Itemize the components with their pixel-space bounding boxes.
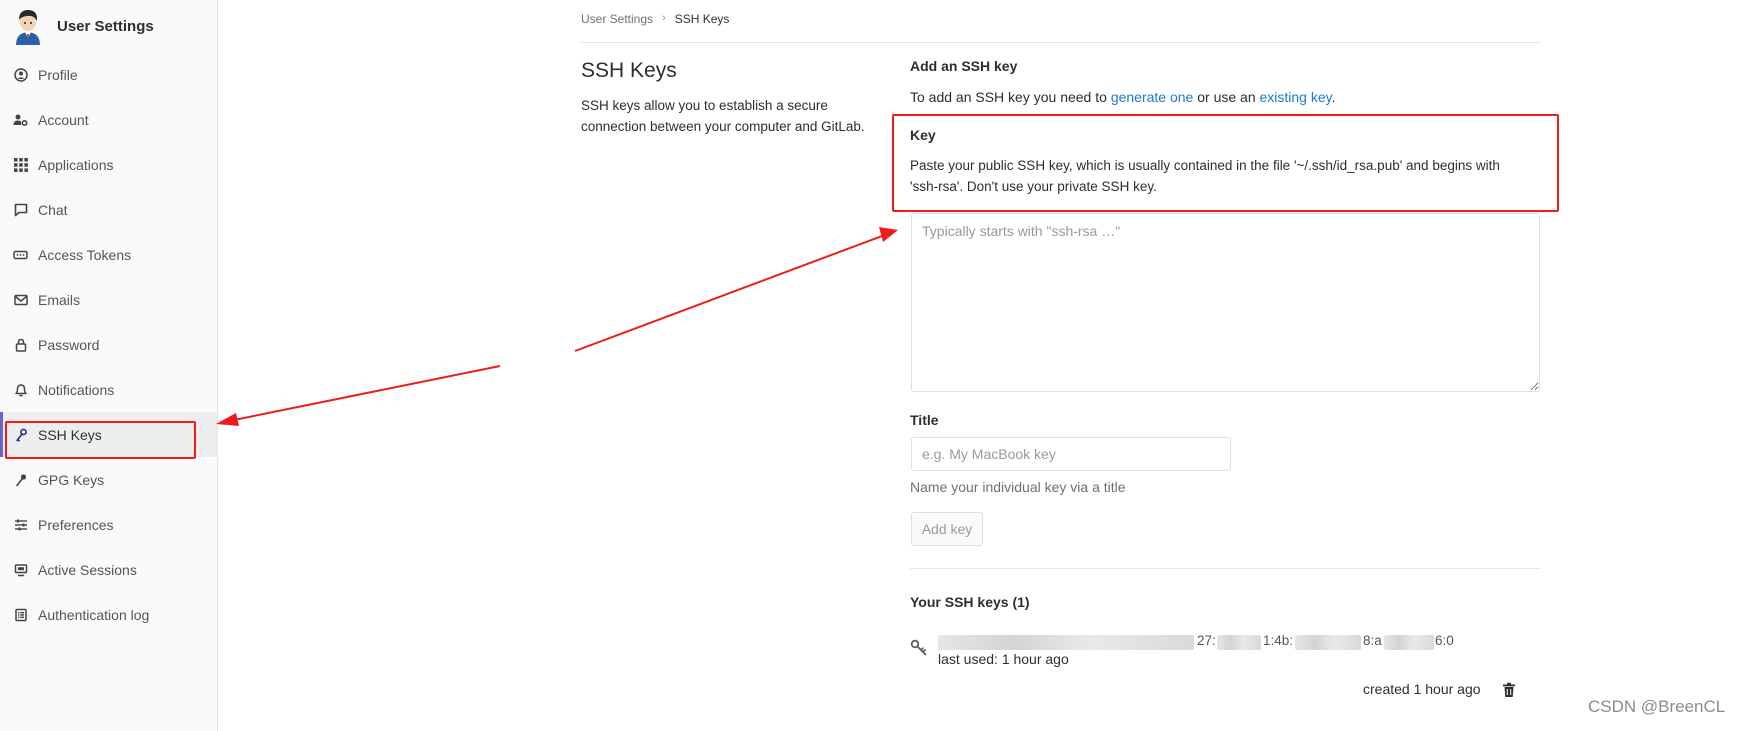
intro-suffix: . (1331, 89, 1336, 105)
account-gear-icon (13, 112, 28, 127)
sidebar-item-label: SSH Keys (38, 426, 102, 443)
redacted-fingerprint (938, 635, 1194, 650)
watermark: CSDN @BreenCL (1588, 697, 1726, 716)
sliders-icon (13, 517, 28, 532)
chat-icon (13, 202, 28, 217)
sidebar-item-label: Profile (38, 66, 78, 83)
sidebar-header[interactable]: User Settings (0, 0, 217, 52)
key-created: created 1 hour ago (1363, 681, 1481, 697)
sidebar-item-chat[interactable]: Chat (0, 187, 217, 232)
sidebar-item-profile[interactable]: Profile (0, 52, 217, 97)
monitor-icon (13, 562, 28, 577)
sidebar-item-label: Applications (38, 156, 114, 173)
sidebar-item-active-sessions[interactable]: Active Sessions (0, 547, 217, 592)
sidebar-title: User Settings (57, 17, 154, 35)
sidebar-item-access-tokens[interactable]: Access Tokens (0, 232, 217, 277)
log-icon (13, 607, 28, 622)
divider (910, 568, 1540, 569)
fingerprint-fragment: 27: (1197, 633, 1216, 648)
redacted-fingerprint (1295, 635, 1361, 650)
sidebar-item-authentication-log[interactable]: Authentication log (0, 592, 217, 637)
key-icon (13, 427, 28, 442)
key-label: Key (910, 127, 936, 143)
sidebar-item-emails[interactable]: Emails (0, 277, 217, 322)
intro-middle: or use an (1193, 89, 1260, 105)
profile-icon (13, 67, 28, 82)
generate-one-link[interactable]: generate one (1111, 89, 1194, 105)
sidebar-item-label: Password (38, 336, 100, 353)
sidebar-item-label: Account (38, 111, 89, 128)
bell-icon (13, 382, 28, 397)
breadcrumb-parent[interactable]: User Settings (581, 12, 653, 26)
add-ssh-key-heading: Add an SSH key (910, 58, 1018, 74)
annotation-arrow-to-sidebar (216, 365, 501, 426)
sidebar-item-label: Emails (38, 291, 81, 308)
sidebar-item-notifications[interactable]: Notifications (0, 367, 217, 412)
key-icon (910, 639, 928, 657)
key-icon (13, 472, 28, 487)
sidebar-item-account[interactable]: Account (0, 97, 217, 142)
envelope-icon (13, 292, 28, 307)
title-label: Title (910, 412, 939, 428)
add-key-button[interactable]: Add key (911, 512, 983, 546)
your-ssh-keys-heading: Your SSH keys (1) (910, 594, 1030, 610)
redacted-fingerprint (1384, 635, 1434, 650)
sidebar-item-gpg-keys[interactable]: GPG Keys (0, 457, 217, 502)
sidebar-item-label: Authentication log (38, 606, 150, 623)
intro-prefix: To add an SSH key you need to (910, 89, 1111, 105)
settings-sidebar: User Settings Profile Account Applicatio… (0, 0, 218, 731)
avatar[interactable] (13, 7, 43, 45)
sidebar-item-label: Access Tokens (38, 246, 132, 263)
key-fingerprint[interactable]: 27: 1:4b: 8:a 6:0 (938, 633, 1454, 651)
redacted-fingerprint (1217, 635, 1261, 650)
title-help-text: Name your individual key via a title (910, 479, 1126, 495)
add-ssh-key-intro: To add an SSH key you need to generate o… (910, 89, 1336, 105)
fingerprint-fragment: 6:0 (1435, 633, 1454, 648)
sidebar-nav: Profile Account Applications Chat Access… (0, 52, 217, 637)
key-help-text: Paste your public SSH key, which is usua… (910, 158, 1500, 194)
sidebar-item-ssh-keys[interactable]: SSH Keys (0, 412, 217, 457)
sidebar-item-password[interactable]: Password (0, 322, 217, 367)
sidebar-item-label: Preferences (38, 516, 114, 533)
key-textarea[interactable] (911, 213, 1540, 392)
breadcrumb-current[interactable]: SSH Keys (675, 12, 730, 26)
lock-icon (13, 337, 28, 352)
page-title: SSH Keys (581, 59, 677, 82)
token-icon (13, 247, 28, 262)
applications-grid-icon (13, 157, 28, 172)
breadcrumb: User Settings › SSH Keys (581, 12, 1541, 43)
sidebar-item-preferences[interactable]: Preferences (0, 502, 217, 547)
sidebar-item-label: Notifications (38, 381, 115, 398)
trash-icon[interactable] (1502, 682, 1516, 698)
fingerprint-fragment: 1:4b: (1263, 633, 1294, 648)
sidebar-item-label: GPG Keys (38, 471, 105, 488)
fingerprint-fragment: 8:a (1363, 633, 1382, 648)
existing-key-link[interactable]: existing key (1260, 89, 1332, 105)
sidebar-item-applications[interactable]: Applications (0, 142, 217, 187)
sidebar-item-label: Active Sessions (38, 561, 137, 578)
title-input[interactable] (911, 437, 1231, 471)
page-description: SSH keys allow you to establish a secure… (581, 98, 865, 134)
breadcrumb-separator: › (662, 12, 666, 24)
annotation-arrow-to-textarea (574, 227, 898, 352)
sidebar-item-label: Chat (38, 201, 68, 218)
key-last-used: last used: 1 hour ago (938, 651, 1069, 667)
